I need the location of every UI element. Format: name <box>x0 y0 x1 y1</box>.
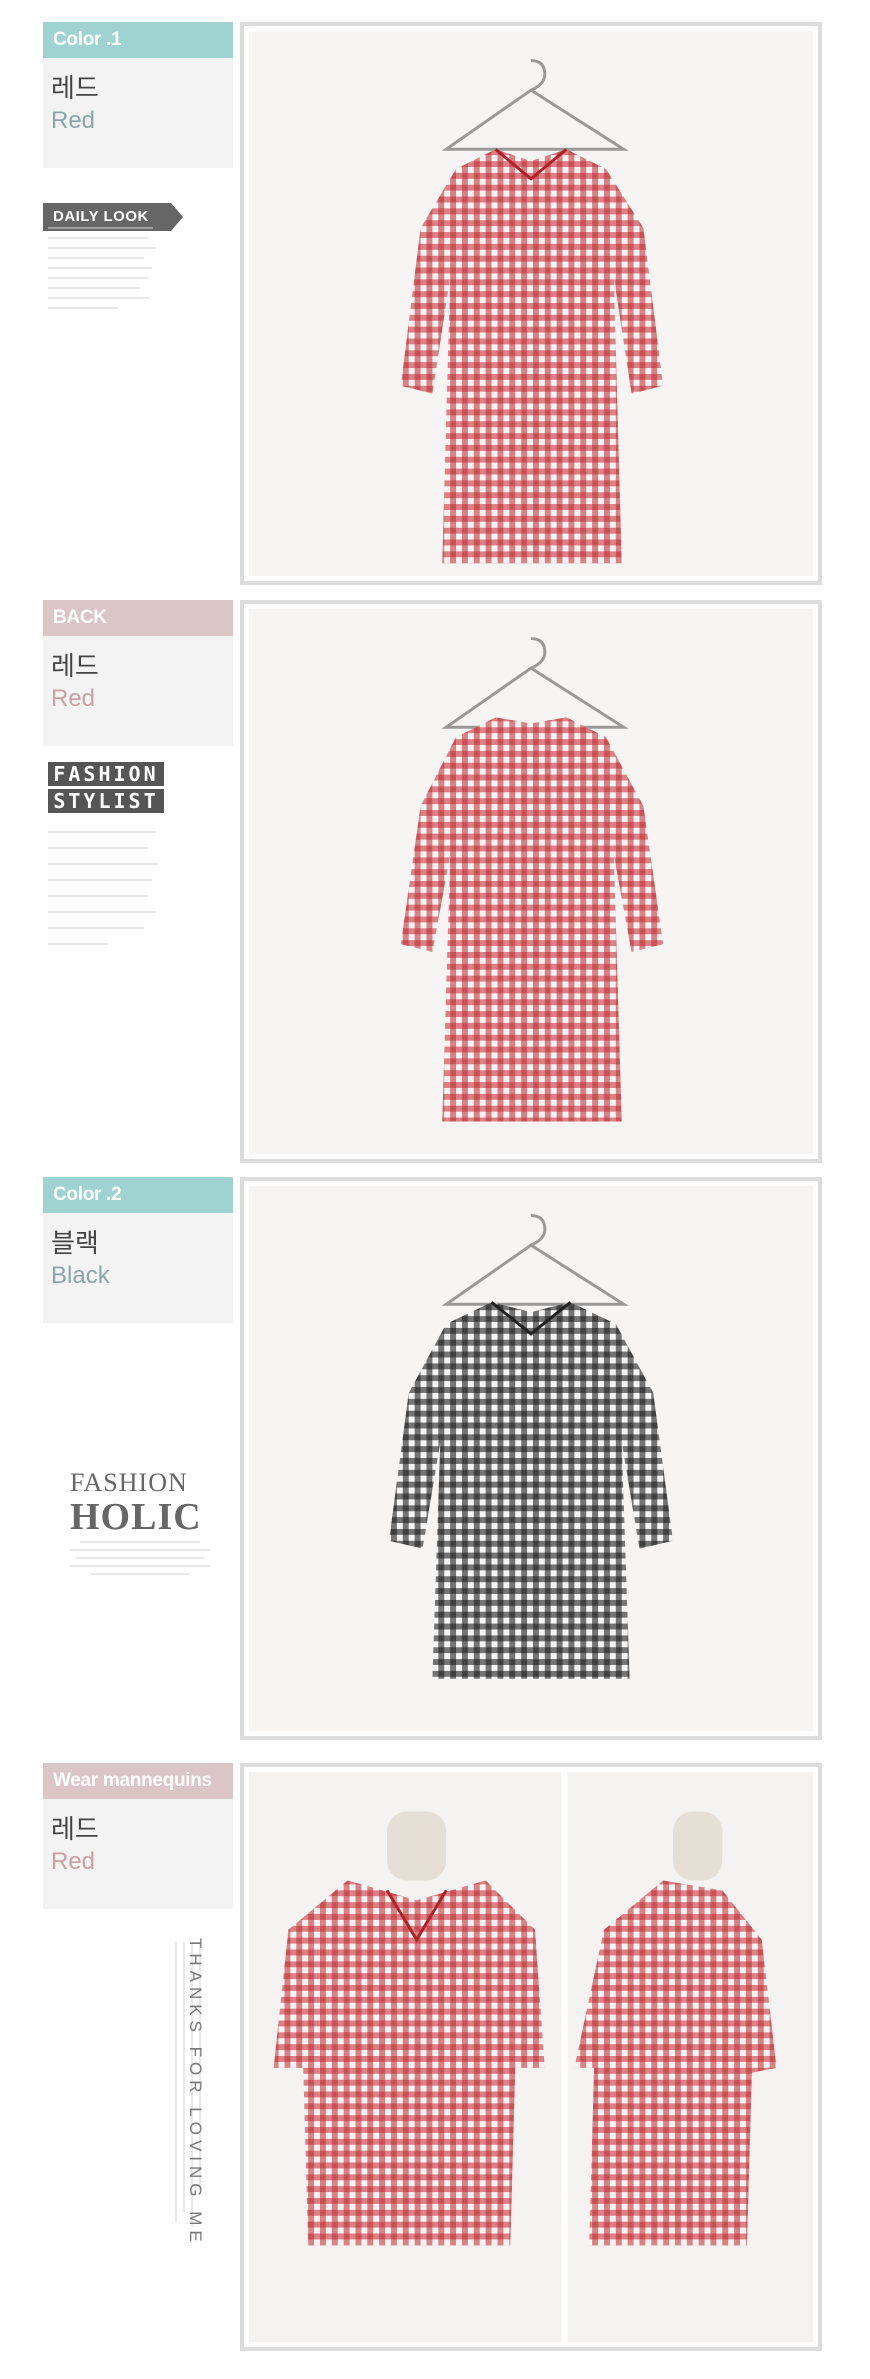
color-name-english: Red <box>51 107 96 134</box>
product-photo-frame <box>240 1763 822 2351</box>
red-blouse-front-photo <box>249 31 813 576</box>
color-name-korean: 레드 <box>51 74 99 104</box>
red-blouse-back-photo <box>249 609 813 1154</box>
color-name-box: 레드 Red <box>43 58 233 168</box>
color-name-korean: 레드 <box>51 1815 99 1845</box>
color-info-panel: BACK 레드 Red <box>43 600 233 746</box>
color-name-english: Red <box>51 685 96 712</box>
color-name-korean: 블랙 <box>51 1229 99 1259</box>
black-blouse-front-photo <box>249 1186 813 1731</box>
mannequin-photo-front-side <box>249 1772 813 2342</box>
product-photo-frame <box>240 22 822 585</box>
placeholder-text-block <box>48 227 156 309</box>
fashion-holic-line-1: FASHION <box>70 1468 188 1497</box>
color-info-panel: Color .1 레드 Red <box>43 22 233 168</box>
color-name-box: 레드 Red <box>43 636 233 746</box>
color-name-korean: 레드 <box>51 652 99 682</box>
section-tab: Wear mannequins <box>43 1763 233 1799</box>
color-info-panel: Wear mannequins 레드 Red <box>43 1763 233 1909</box>
section-tab: BACK <box>43 600 233 636</box>
fashion-stylist-badge: FASHION STYLIST <box>48 762 164 816</box>
color-name-english: Red <box>51 1848 96 1875</box>
fashion-holic-line-2: HOLIC <box>70 1496 202 1538</box>
fashion-stylist-line-2: STYLIST <box>48 789 164 813</box>
product-photo-frame <box>240 600 822 1163</box>
product-photo-frame <box>240 1177 822 1740</box>
placeholder-text-block <box>48 831 158 945</box>
color-name-box: 블랙 Black <box>43 1213 233 1323</box>
thanks-vertical-text: THANKS FOR LOVING ME <box>186 1938 205 2247</box>
fashion-stylist-line-1: FASHION <box>48 762 164 786</box>
placeholder-text-block <box>70 1541 210 1575</box>
color-name-english: Black <box>51 1262 110 1289</box>
color-info-panel: Color .2 블랙 Black <box>43 1177 233 1323</box>
section-tab: Color .2 <box>43 1177 233 1213</box>
section-tab: Color .1 <box>43 22 233 58</box>
color-name-box: 레드 Red <box>43 1799 233 1909</box>
